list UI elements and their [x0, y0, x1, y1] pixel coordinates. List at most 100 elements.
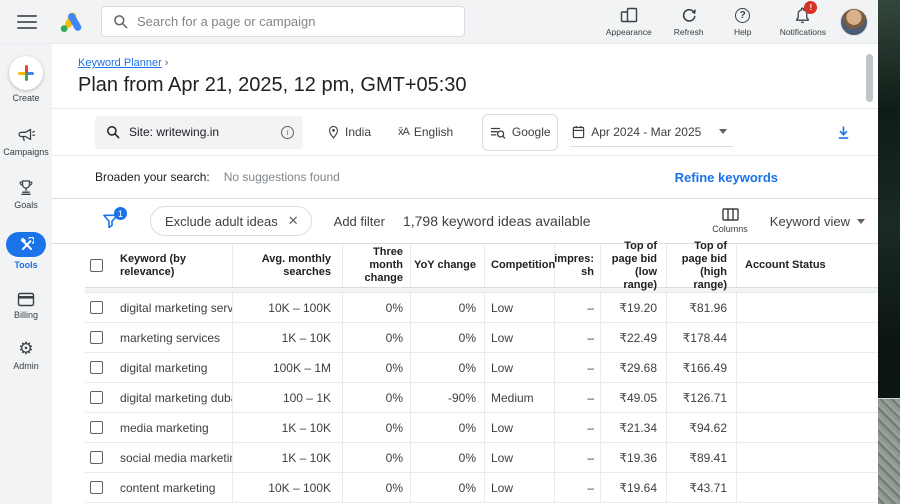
google-ads-logo[interactable] — [58, 10, 84, 34]
ad-impression-share-cell: – — [555, 413, 601, 442]
columns-label: Columns — [712, 224, 748, 234]
gear-icon: ⚙ — [18, 339, 34, 359]
row-checkbox[interactable] — [90, 391, 103, 404]
row-checkbox[interactable] — [90, 301, 103, 314]
add-filter-button[interactable]: Add filter — [334, 214, 385, 229]
help-label: Help — [733, 27, 752, 37]
notifications-button[interactable]: ! Notifications — [780, 1, 826, 37]
top-of-page-bid-low-cell: ₹19.64 — [601, 473, 667, 502]
create-label: Create — [12, 93, 40, 103]
notification-badge: ! — [804, 1, 818, 14]
sidebar-item-tools[interactable]: Tools — [6, 232, 46, 270]
sidebar-item-billing[interactable]: Billing — [14, 292, 38, 320]
broaden-label: Broaden your search: — [95, 170, 210, 184]
top-of-page-bid-low-cell: ₹21.34 — [601, 413, 667, 442]
yoy-change-cell: 0% — [411, 323, 485, 352]
keyword-cell: content marketing — [120, 480, 216, 495]
select-all-checkbox[interactable] — [90, 259, 103, 272]
caret-down-icon — [719, 129, 728, 134]
site-filter[interactable]: Site: writewing.in i — [95, 115, 303, 149]
sidebar-item-goals[interactable]: Goals — [14, 179, 38, 210]
row-checkbox[interactable] — [90, 481, 103, 494]
table-row: social media marketing s… 1K – 10K 0% 0%… — [85, 443, 878, 473]
account-status-cell — [737, 353, 878, 382]
keyword-cell: media marketing — [120, 420, 209, 435]
avg-monthly-searches-cell: 100 – 1K — [233, 383, 343, 412]
info-icon[interactable]: i — [281, 125, 294, 139]
columns-icon — [721, 208, 739, 221]
keyword-cell: digital marketing services — [120, 300, 232, 315]
account-status-cell — [737, 293, 878, 322]
top-of-page-bid-high-cell: ₹94.62 — [667, 413, 737, 442]
account-status-cell — [737, 443, 878, 472]
help-button[interactable]: ? Help — [726, 6, 760, 37]
network-filter[interactable]: Google — [482, 113, 559, 151]
close-icon[interactable]: ✕ — [288, 213, 299, 229]
network-filter-value: Google — [511, 125, 551, 139]
sidebar-item-create[interactable]: Create — [9, 56, 43, 103]
yoy-change-cell: 0% — [411, 293, 485, 322]
page-title: Plan from Apr 21, 2025, 12 pm, GMT+05:30 — [78, 74, 467, 96]
site-filter-value: Site: writewing.in — [129, 125, 220, 139]
caret-down-icon — [857, 218, 865, 224]
table-row: digital marketing 100K – 1M 0% 0% Low – … — [85, 353, 878, 383]
columns-button[interactable]: Columns — [712, 208, 748, 234]
avg-monthly-searches-cell: 100K – 1M — [233, 353, 343, 382]
topbar-actions: Appearance Refresh ? Help ! Notification… — [606, 1, 826, 37]
row-checkbox[interactable] — [90, 421, 103, 434]
chip-label: Exclude adult ideas — [165, 213, 278, 229]
menu-icon[interactable] — [17, 14, 37, 29]
table-row: content marketing 10K – 100K 0% 0% Low –… — [85, 473, 878, 503]
goals-label: Goals — [14, 200, 38, 210]
avg-monthly-searches-cell: 1K – 10K — [233, 413, 343, 442]
row-checkbox[interactable] — [90, 331, 103, 344]
appearance-button[interactable]: Appearance — [606, 6, 652, 37]
refresh-button[interactable]: Refresh — [672, 6, 706, 37]
sidebar-item-admin[interactable]: ⚙ Admin — [13, 340, 39, 371]
breadcrumb-keyword-planner-link[interactable]: Keyword Planner — [78, 57, 162, 69]
three-month-change-cell: 0% — [343, 353, 411, 382]
top-of-page-bid-low-cell: ₹22.49 — [601, 323, 667, 352]
three-month-change-cell: 0% — [343, 323, 411, 352]
header-keyword: Keyword (by relevance) — [120, 252, 187, 278]
account-status-cell — [737, 323, 878, 352]
refine-keywords-link[interactable]: Refine keywords — [675, 170, 778, 185]
ad-impression-share-cell: – — [555, 293, 601, 322]
view-selector[interactable]: Keyword view — [770, 214, 865, 229]
location-pin-icon — [327, 125, 340, 140]
desktop-background — [878, 0, 900, 504]
tools-icon — [20, 237, 34, 250]
row-checkbox[interactable] — [90, 361, 103, 374]
notifications-icon: ! — [795, 1, 818, 24]
ad-impression-share-cell: – — [555, 323, 601, 352]
google-ads-window: Appearance Refresh ? Help — [0, 0, 878, 504]
account-avatar[interactable] — [840, 7, 868, 36]
search-network-icon — [490, 125, 506, 140]
header-ad-impression-share: impres: sh — [554, 244, 601, 287]
three-month-change-cell: 0% — [343, 473, 411, 502]
three-month-change-cell: 0% — [343, 383, 411, 412]
exclude-adult-ideas-chip[interactable]: Exclude adult ideas ✕ — [150, 206, 312, 236]
top-of-page-bid-low-cell: ₹49.05 — [601, 383, 667, 412]
page-header: Keyword Planner › Plan from Apr 21, 2025,… — [52, 44, 878, 109]
avg-monthly-searches-cell: 10K – 100K — [233, 473, 343, 502]
global-search[interactable] — [101, 6, 465, 37]
sidebar-item-campaigns[interactable]: Campaigns — [3, 127, 49, 157]
location-filter[interactable]: India — [327, 125, 371, 140]
download-button[interactable] — [836, 125, 851, 140]
table-body: digital marketing services 10K – 100K 0%… — [85, 293, 878, 503]
language-filter[interactable]: x̄A English — [398, 125, 453, 139]
admin-label: Admin — [13, 361, 39, 371]
date-range-filter[interactable]: Apr 2024 - Mar 2025 — [570, 117, 734, 147]
row-checkbox[interactable] — [90, 451, 103, 464]
yoy-change-cell: 0% — [411, 443, 485, 472]
vertical-scrollbar[interactable] — [866, 54, 873, 102]
filter-button[interactable]: 1 — [102, 207, 127, 229]
global-search-input[interactable] — [137, 14, 464, 29]
keyword-table: Keyword (by relevance) Avg. monthly sear… — [85, 240, 878, 503]
yoy-change-cell: 0% — [411, 413, 485, 442]
sidebar-nav: Create Campaigns Goals Tools Billing ⚙ A… — [0, 44, 52, 504]
avg-monthly-searches-cell: 1K – 10K — [233, 443, 343, 472]
three-month-change-cell: 0% — [343, 413, 411, 442]
top-of-page-bid-high-cell: ₹178.44 — [667, 323, 737, 352]
